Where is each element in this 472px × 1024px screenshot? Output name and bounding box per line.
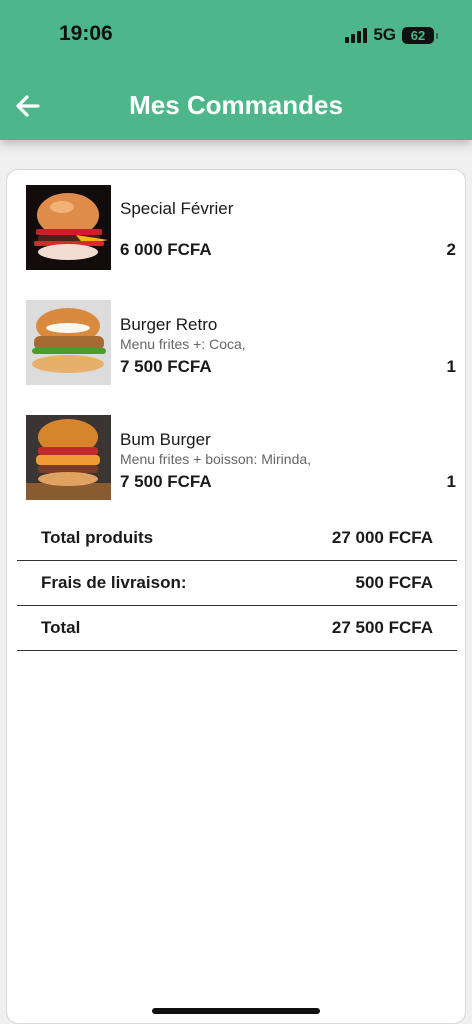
item-quantity: 2	[446, 240, 456, 259]
status-time: 19:06	[59, 22, 113, 45]
status-indicators: 5G 62	[345, 25, 438, 45]
summary-total-row: Total 27 500 FCFA	[17, 606, 457, 651]
item-price: 7 500 FCFA	[120, 472, 212, 491]
burger-thumbnail	[26, 185, 111, 270]
page-title: Mes Commandes	[129, 90, 343, 120]
battery-icon: 62	[402, 26, 438, 44]
products-total-label: Total produits	[41, 528, 154, 547]
item-details: Menu frites + boisson: Mirinda,	[120, 451, 312, 467]
orders-card: Special Février 6 000 FCFA 2 Burger Retr…	[6, 169, 466, 1024]
grand-total-value: 27 500 FCFA	[331, 618, 433, 637]
battery-level: 62	[410, 27, 426, 43]
burger-thumbnail	[26, 415, 111, 500]
order-item[interactable]: Bum Burger Menu frites + boisson: Mirind…	[26, 415, 456, 501]
item-name: Special Février	[120, 199, 234, 218]
products-total-value: 27 000 FCFA	[331, 528, 433, 547]
signal-icon	[345, 27, 368, 43]
item-price: 6 000 FCFA	[120, 240, 212, 259]
summary-products-row: Total produits 27 000 FCFA	[17, 516, 457, 561]
app-bar: 19:06 5G 62 Mes Commandes	[0, 0, 472, 140]
order-item[interactable]: Burger Retro Menu frites +: Coca, 7 500 …	[26, 300, 456, 386]
burger-thumbnail	[26, 300, 111, 385]
item-name: Bum Burger	[120, 430, 211, 449]
home-indicator[interactable]	[152, 1008, 320, 1014]
item-name: Burger Retro	[120, 315, 218, 334]
delivery-fee-value: 500 FCFA	[355, 573, 433, 592]
order-item[interactable]: Special Février 6 000 FCFA 2	[26, 185, 456, 271]
item-details: Menu frites +: Coca,	[120, 336, 246, 352]
summary-delivery-row: Frais de livraison: 500 FCFA	[17, 561, 457, 606]
network-type: 5G	[373, 25, 396, 44]
delivery-fee-label: Frais de livraison:	[41, 573, 187, 592]
item-quantity: 1	[446, 357, 456, 376]
item-price: 7 500 FCFA	[120, 357, 212, 376]
grand-total-label: Total	[41, 618, 81, 637]
item-quantity: 1	[446, 472, 456, 491]
